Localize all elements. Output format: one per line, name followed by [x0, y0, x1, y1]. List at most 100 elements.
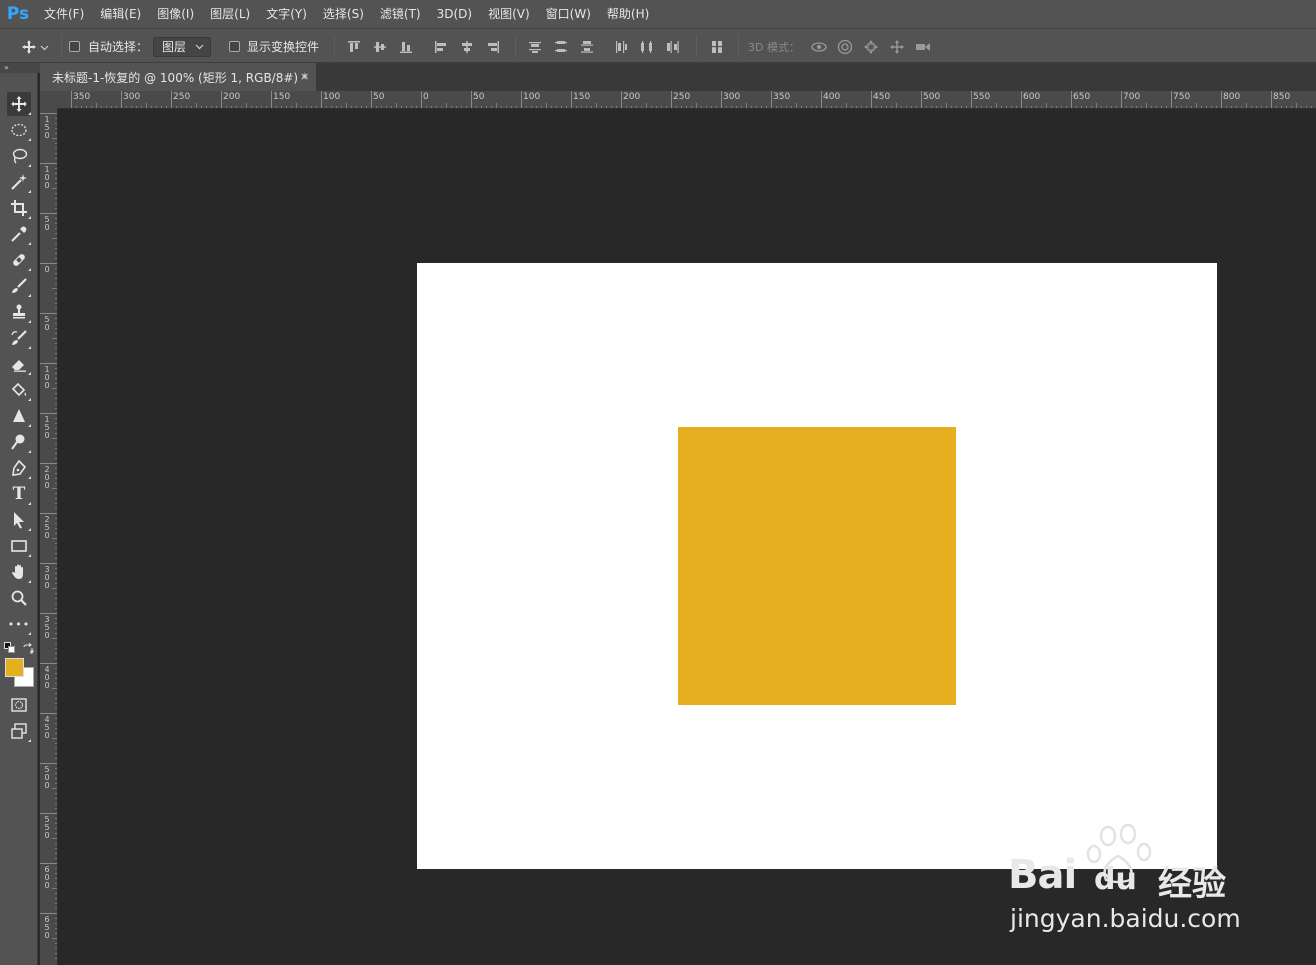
more-tools[interactable]: ••• — [7, 612, 31, 636]
ruler-major-tick — [521, 91, 522, 108]
chevron-down-icon — [195, 40, 204, 54]
distribute-top-edges-icon[interactable] — [526, 38, 544, 56]
crop-tool[interactable] — [7, 196, 31, 220]
quick-mask-button[interactable] — [7, 693, 31, 717]
eraser-tool[interactable] — [7, 352, 31, 376]
foreground-color-swatch[interactable] — [5, 658, 24, 677]
ruler-major-tick — [40, 863, 57, 864]
horizontal-ruler[interactable]: 350 300 250 200 150 100 50 0 50 100 150 200 250 300 35… — [58, 91, 1316, 109]
tool-group-indicator — [28, 268, 31, 271]
pen-tool[interactable] — [7, 456, 31, 480]
document-tab[interactable]: 未标题-1-恢复的 @ 100% (矩形 1, RGB/8#) * × — [40, 63, 316, 91]
align-bottom-edges-icon[interactable] — [397, 38, 415, 56]
show-transform-label: 显示变换控件 — [247, 40, 320, 54]
menu-layer[interactable]: 图层(L) — [202, 0, 258, 28]
ruler-major-tick — [71, 91, 72, 108]
rectangle-layer-shape[interactable] — [678, 427, 956, 705]
options-separator — [515, 35, 516, 57]
ruler-origin[interactable] — [40, 91, 58, 109]
baidu-jingyan-watermark: Bai du 经验 jingyan.baidu.com — [1008, 822, 1308, 942]
show-transform-checkbox[interactable] — [229, 41, 240, 52]
distribute-horizontal-centers-icon[interactable] — [638, 38, 656, 56]
distribute-vertical-centers-icon[interactable] — [552, 38, 570, 56]
brush-icon — [12, 278, 27, 293]
ruler-label: 650 — [44, 915, 50, 940]
3d-orbit-icon[interactable] — [810, 38, 828, 56]
quick-mask-icon — [11, 698, 27, 712]
eyedropper-tool[interactable] — [7, 222, 31, 246]
ruler-label: 500 — [923, 92, 941, 102]
menu-image[interactable]: 图像(I) — [149, 0, 202, 28]
3d-slide-icon[interactable] — [888, 38, 906, 56]
marquee-tool[interactable] — [7, 118, 31, 142]
menu-bar: Ps 文件(F) 编辑(E) 图像(I) 图层(L) 文字(Y) 选择(S) 滤… — [0, 0, 1316, 28]
menu-edit[interactable]: 编辑(E) — [92, 0, 149, 28]
tool-preset-picker[interactable] — [20, 29, 49, 64]
move-icon — [20, 38, 38, 56]
auto-select-checkbox[interactable] — [69, 41, 80, 52]
history-brush-tool[interactable] — [7, 326, 31, 350]
menu-view[interactable]: 视图(V) — [480, 0, 538, 28]
ruler-major-tick — [821, 91, 822, 108]
3d-pan-icon[interactable] — [862, 38, 880, 56]
menu-filter[interactable]: 滤镜(T) — [372, 0, 429, 28]
menu-type[interactable]: 文字(Y) — [258, 0, 315, 28]
panel-collapse-toggle[interactable]: » — [0, 63, 40, 73]
tool-group-indicator — [28, 346, 31, 349]
distribute-right-edges-icon[interactable] — [664, 38, 682, 56]
ruler-major-tick — [40, 713, 57, 714]
path-selection-tool[interactable] — [7, 508, 31, 532]
ruler-label: 150 — [573, 92, 591, 102]
paint-bucket-icon — [11, 382, 27, 397]
screen-mode-button[interactable] — [7, 719, 31, 743]
type-tool[interactable]: T — [7, 482, 31, 506]
menu-file[interactable]: 文件(F) — [36, 0, 92, 28]
ruler-label: 350 — [73, 92, 91, 102]
distribute-bottom-edges-icon[interactable] — [578, 38, 596, 56]
ruler-label: 250 — [673, 92, 691, 102]
ruler-major-tick — [40, 163, 57, 164]
align-top-edges-icon[interactable] — [345, 38, 363, 56]
healing-brush-tool[interactable] — [7, 248, 31, 272]
ruler-major-tick — [371, 91, 372, 108]
align-left-edges-icon[interactable] — [432, 38, 450, 56]
dodge-tool[interactable] — [7, 430, 31, 454]
align-right-edges-icon[interactable] — [484, 38, 502, 56]
menu-3d[interactable]: 3D(D) — [429, 0, 480, 28]
swap-colors-icon[interactable] — [22, 640, 34, 655]
paint-bucket-tool[interactable] — [7, 378, 31, 402]
blur-tool[interactable] — [7, 404, 31, 428]
ruler-major-tick — [721, 91, 722, 108]
3d-scale-icon[interactable] — [914, 38, 932, 56]
align-vertical-centers-icon[interactable] — [371, 38, 389, 56]
options-separator — [696, 35, 697, 57]
lasso-tool[interactable] — [7, 144, 31, 168]
auto-select-target-dropdown[interactable]: 图层 — [153, 36, 211, 57]
vertical-ruler[interactable]: 150 100 50 0 50 100 150 200 250 300 350 400 450 500 55… — [40, 109, 58, 965]
close-icon[interactable]: × — [300, 70, 309, 83]
ruler-label: 150 — [44, 115, 50, 140]
clone-stamp-tool[interactable] — [7, 300, 31, 324]
default-colors-icon[interactable] — [4, 642, 15, 653]
rectangle-tool[interactable] — [7, 534, 31, 558]
brush-tool[interactable] — [7, 274, 31, 298]
hand-tool[interactable] — [7, 560, 31, 584]
distribute-left-edges-icon[interactable] — [612, 38, 630, 56]
options-separator — [61, 35, 62, 57]
magic-wand-tool[interactable] — [7, 170, 31, 194]
auto-align-layers-icon[interactable] — [708, 38, 726, 56]
ruler-major-tick — [971, 91, 972, 108]
align-horizontal-centers-icon[interactable] — [458, 38, 476, 56]
ruler-label: 850 — [1273, 92, 1291, 102]
ruler-major-tick — [121, 91, 122, 108]
ruler-label: 50 — [473, 92, 485, 102]
3d-roll-icon[interactable] — [836, 38, 854, 56]
menu-help[interactable]: 帮助(H) — [599, 0, 657, 28]
tool-group-indicator — [28, 424, 31, 427]
tool-group-indicator — [28, 450, 31, 453]
move-tool[interactable] — [7, 92, 31, 116]
zoom-tool[interactable] — [7, 586, 31, 610]
tool-group-indicator — [28, 476, 31, 479]
menu-window[interactable]: 窗口(W) — [538, 0, 599, 28]
menu-select[interactable]: 选择(S) — [315, 0, 372, 28]
